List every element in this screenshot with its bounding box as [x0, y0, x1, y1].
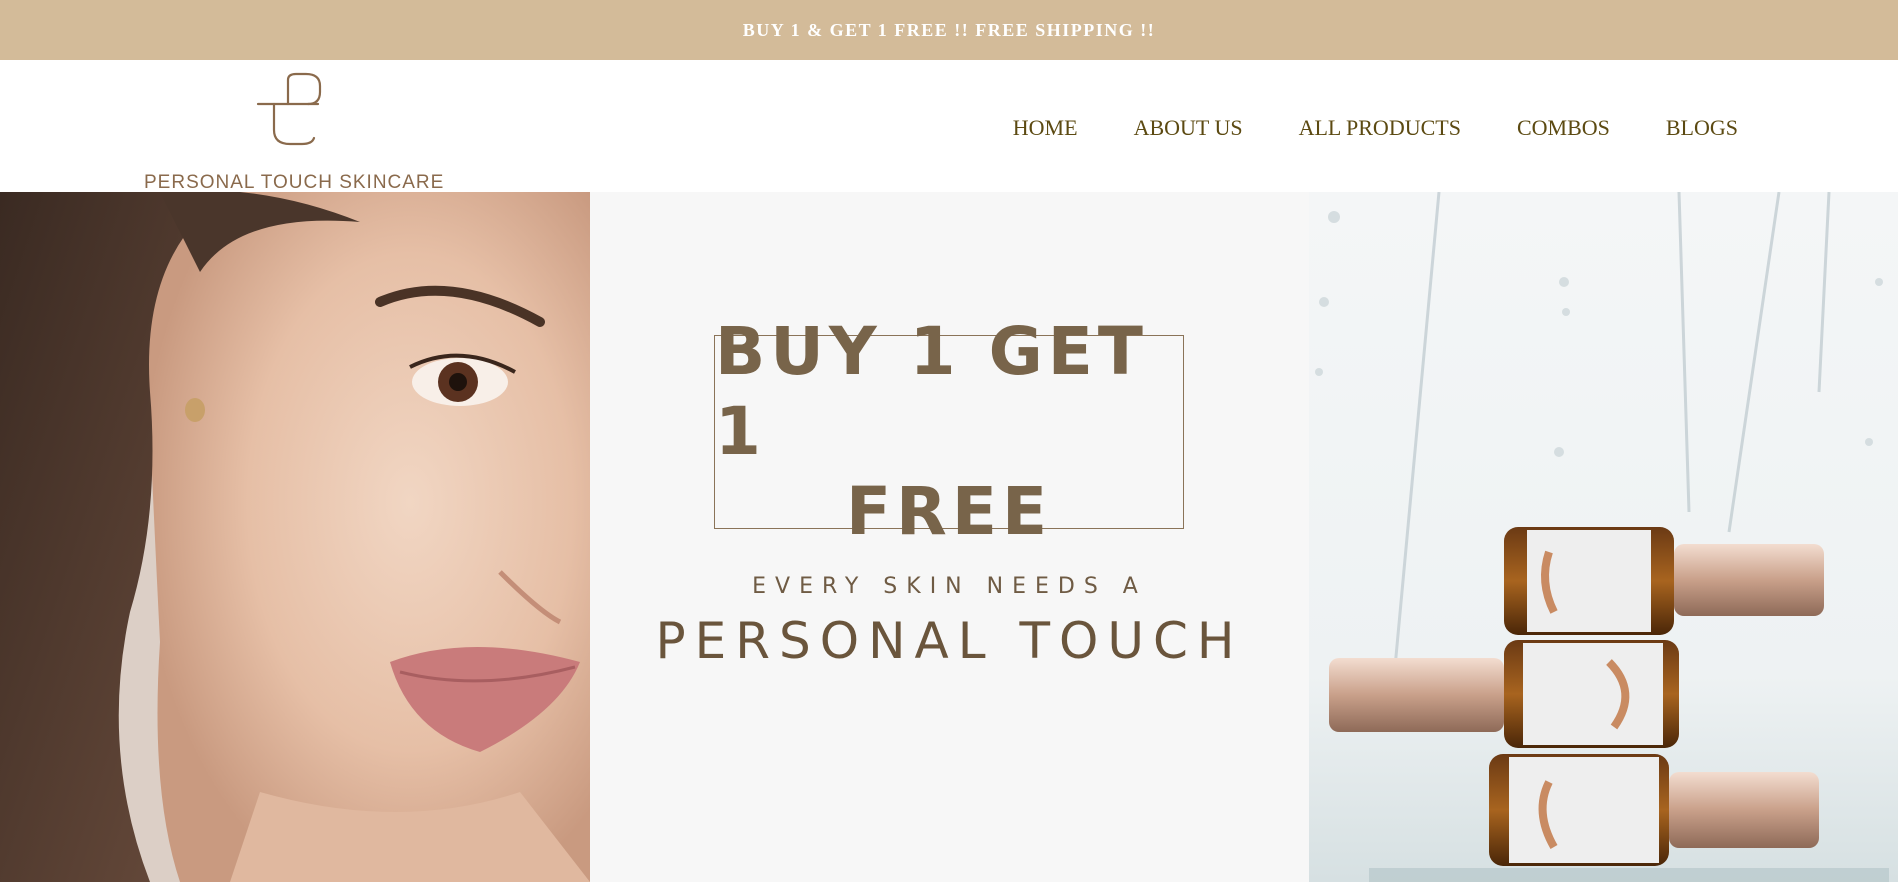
model-portrait-image [0, 192, 590, 882]
announcement-bar: BUY 1 & GET 1 FREE !! FREE SHIPPING !! [0, 0, 1898, 60]
offer-headline-line2: FREE [845, 473, 1053, 550]
product-bottles-image [1309, 192, 1898, 882]
site-header: PERSONAL TOUCH SKINCARE HOME ABOUT US AL… [0, 60, 1898, 193]
tagline-small: EVERY SKIN NEEDS A [752, 574, 1147, 599]
offer-headline-line1: BUY 1 GET 1 [715, 313, 1148, 470]
nav-all-products[interactable]: ALL PRODUCTS [1299, 115, 1461, 141]
brand-name: PERSONAL TOUCH SKINCARE [144, 172, 445, 193]
offer-box: BUY 1 GET 1 FREE [714, 313, 1184, 550]
nav-blogs[interactable]: BLOGS [1666, 115, 1738, 141]
main-nav: HOME ABOUT US ALL PRODUCTS COMBOS BLOGS [957, 115, 1738, 141]
announcement-text: BUY 1 & GET 1 FREE !! FREE SHIPPING !! [742, 19, 1156, 40]
nav-combos[interactable]: COMBOS [1517, 115, 1610, 141]
pt-monogram-icon [256, 72, 322, 146]
nav-home[interactable]: HOME [1013, 115, 1078, 141]
portrait-illustration [0, 192, 590, 882]
bottles-illustration [1315, 192, 1889, 882]
tagline-big: PERSONAL TOUCH [655, 612, 1244, 670]
brand-logo[interactable]: PERSONAL TOUCH SKINCARE [140, 72, 443, 193]
hero-banner[interactable]: BUY 1 GET 1 FREE EVERY SKIN NEEDS A PERS… [0, 192, 1898, 882]
nav-about-us[interactable]: ABOUT US [1134, 115, 1243, 141]
promo-panel: BUY 1 GET 1 FREE EVERY SKIN NEEDS A PERS… [590, 192, 1309, 882]
